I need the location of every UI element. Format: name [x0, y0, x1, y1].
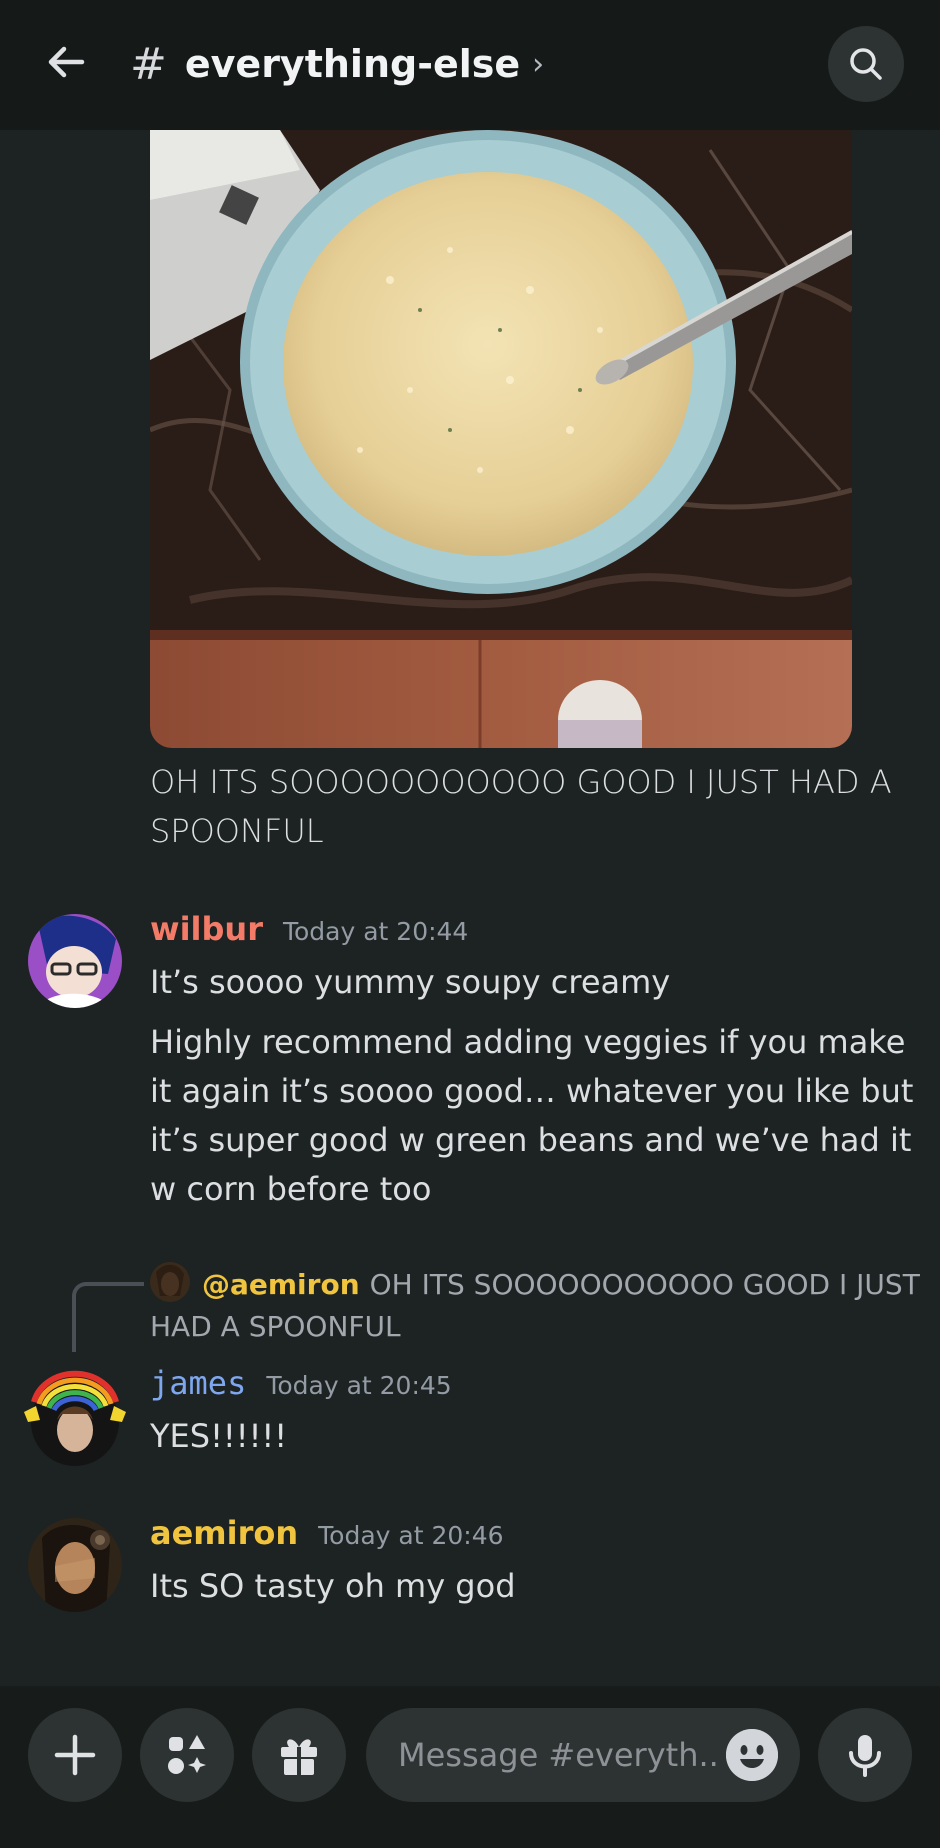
attachment-caption: OH ITS SOOOOOOOOOOO GOOD I JUST HAD A SP…: [150, 763, 892, 850]
message-text: Its SO tasty oh my god: [150, 1567, 516, 1605]
back-button[interactable]: [34, 30, 98, 94]
timestamp: Today at 20:45: [266, 1371, 452, 1400]
avatar-wilbur[interactable]: [28, 914, 122, 1008]
message-text: It’s soooo yummy soupy creamy: [150, 963, 671, 1001]
message-text: YES!!!!!!: [150, 1417, 288, 1455]
message-text: Highly recommend adding veggies if you m…: [150, 1023, 914, 1208]
risotto-photo: [150, 130, 852, 748]
emoji-button[interactable]: [726, 1729, 778, 1781]
avatar-james[interactable]: [22, 1362, 128, 1468]
apps-icon: [168, 1735, 206, 1774]
message-input[interactable]: Message #everyth..: [366, 1708, 800, 1802]
avatar-aemiron[interactable]: [28, 1518, 122, 1612]
apps-button[interactable]: [140, 1708, 234, 1802]
chevron-right-icon: ›: [532, 46, 545, 82]
search-button[interactable]: [828, 26, 904, 102]
timestamp: Today at 20:44: [282, 917, 469, 946]
voice-message-button[interactable]: [818, 1708, 912, 1802]
image-attachment[interactable]: [150, 130, 852, 748]
aemiron-avatar-image: [28, 1518, 122, 1612]
timestamp: Today at 20:46: [318, 1521, 504, 1550]
hash-icon: #: [130, 38, 167, 90]
channel-title-button[interactable]: # everything-else ›: [130, 36, 544, 92]
reply-preview[interactable]: @aemiron OH ITS SOOOOOOOOOOO GOOD I JUST …: [150, 1262, 920, 1348]
author-name[interactable]: james: [150, 1364, 246, 1402]
gift-button[interactable]: [252, 1708, 346, 1802]
arrow-left-icon: [48, 46, 85, 78]
message-header-james: james Today at 20:45: [150, 1364, 452, 1402]
plus-icon: [54, 1734, 96, 1776]
author-name[interactable]: aemiron: [150, 1514, 298, 1552]
channel-header: # everything-else ›: [0, 0, 940, 130]
reply-connector: [72, 1282, 144, 1352]
message-header-wilbur: wilbur Today at 20:44: [150, 910, 468, 948]
author-name[interactable]: wilbur: [150, 910, 263, 948]
smiley-icon: [726, 1729, 778, 1781]
james-avatar-image: [24, 1370, 126, 1466]
wilbur-avatar-image: [28, 914, 122, 1008]
gift-icon: [281, 1739, 317, 1775]
channel-name: everything-else: [184, 42, 521, 86]
microphone-icon: [849, 1735, 881, 1777]
composer-bar: Message #everyth..: [0, 1686, 940, 1848]
add-attachment-button[interactable]: [28, 1708, 122, 1802]
message-input-placeholder: Message #everyth..: [398, 1736, 719, 1774]
reply-avatar: [150, 1262, 190, 1302]
message-header-aemiron: aemiron Today at 20:46: [150, 1514, 504, 1552]
search-icon: [850, 48, 882, 80]
reply-mention[interactable]: @aemiron: [202, 1268, 360, 1301]
